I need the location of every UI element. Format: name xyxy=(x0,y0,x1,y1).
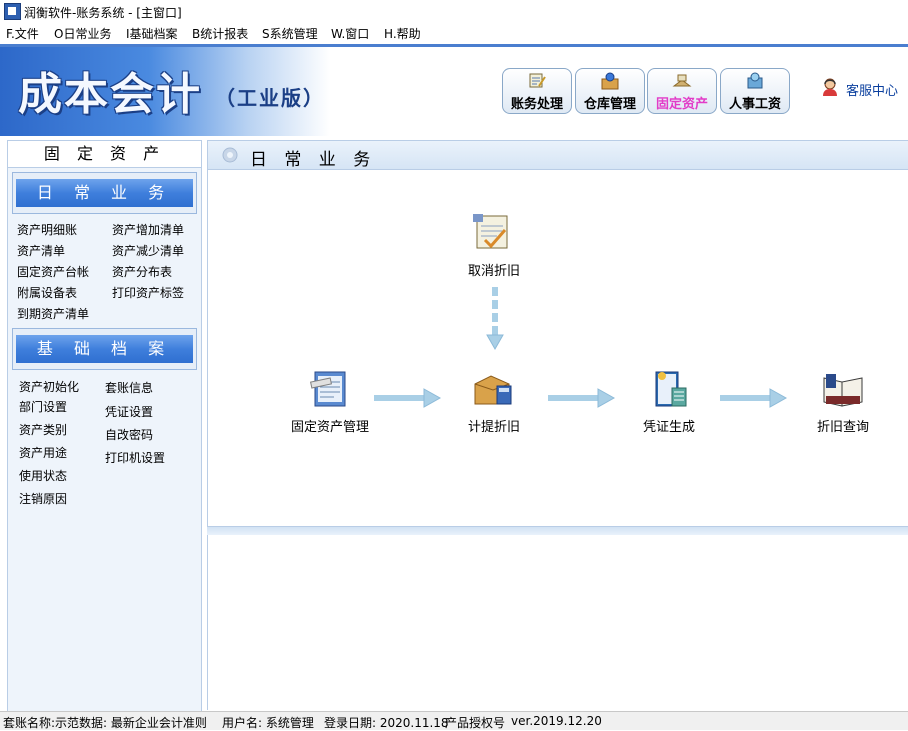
customer-service-label: 客服中心 xyxy=(846,84,899,99)
payroll-icon xyxy=(747,72,763,89)
payroll-button[interactable]: 人事工资 xyxy=(720,68,790,114)
status-bar: 套账名称:示范数据: 最新企业会计准则 用户名: 系统管理 登录日期: 2020… xyxy=(0,711,908,730)
sidebar-item-asset-distribution[interactable]: 资产分布表 xyxy=(112,263,172,280)
voucher-generation-icon xyxy=(655,371,687,407)
menu-basic[interactable]: I基础档案 xyxy=(126,25,178,42)
calc-depreciation-node[interactable]: 计提折旧 xyxy=(460,366,528,435)
status-user: 用户名: 系统管理 xyxy=(222,716,314,730)
fixed-asset-button[interactable]: 固定资产 xyxy=(647,68,717,114)
sidebar-item-department[interactable]: 部门设置 xyxy=(19,398,67,415)
asset-management-node[interactable]: 固定资产管理 xyxy=(274,366,386,435)
ledger-button[interactable]: 账务处理 xyxy=(502,68,572,114)
sidebar-item-asset-category[interactable]: 资产类别 xyxy=(19,421,67,438)
customer-service-icon xyxy=(823,78,837,96)
section-basic-header[interactable]: 基 础 档 案 xyxy=(12,328,197,370)
flow-arrow-right-1 xyxy=(374,388,442,408)
sidebar-item-print-labels[interactable]: 打印资产标签 xyxy=(112,284,184,301)
app-icon xyxy=(4,3,21,20)
sidebar-item-expiring-assets[interactable]: 到期资产清单 xyxy=(17,305,89,322)
menu-daily[interactable]: O日常业务 xyxy=(54,25,111,42)
status-book: 套账名称:示范数据: 最新企业会计准则 xyxy=(3,716,207,730)
sidebar-item-asset-detail[interactable]: 资产明细账 xyxy=(17,221,77,238)
status-version: ver.2019.12.20 xyxy=(511,714,602,728)
menu-help[interactable]: H.帮助 xyxy=(384,25,421,42)
title-bar: 润衡软件-账务系统 - [主窗口] xyxy=(0,0,908,22)
edition-label: （工业版） xyxy=(215,86,325,110)
ledger-button-label: 账务处理 xyxy=(510,97,563,112)
depreciation-query-icon xyxy=(823,374,863,407)
menu-system[interactable]: S系统管理 xyxy=(262,25,318,42)
sidebar-item-cancel-reason[interactable]: 注销原因 xyxy=(19,490,67,507)
sidebar-item-asset-list[interactable]: 资产清单 xyxy=(17,242,65,259)
lower-panel xyxy=(207,535,908,710)
cancel-depreciation-label: 取消折旧 xyxy=(467,264,520,279)
sidebar-item-asset-decrease[interactable]: 资产减少清单 xyxy=(112,242,184,259)
calc-depreciation-icon xyxy=(474,375,512,405)
payroll-button-label: 人事工资 xyxy=(728,97,781,112)
ledger-icon xyxy=(529,73,546,88)
status-license: 产品授权号 xyxy=(445,716,506,730)
sidebar-item-attached-equipment[interactable]: 附属设备表 xyxy=(17,284,77,301)
sidebar-item-voucher-settings[interactable]: 凭证设置 xyxy=(105,403,153,420)
depreciation-query-label: 折旧查询 xyxy=(816,420,869,435)
voucher-generation-node[interactable]: 凭证生成 xyxy=(636,366,702,435)
asset-management-label: 固定资产管理 xyxy=(290,420,369,435)
sidebar: 固 定 资 产 日 常 业 务 资产明细账 资产清单 固定资产台帐 附属设备表 … xyxy=(7,140,202,712)
sidebar-item-printer-settings[interactable]: 打印机设置 xyxy=(105,449,165,466)
calc-depreciation-label: 计提折旧 xyxy=(467,420,520,435)
flow-canvas: 取消折旧 固定资产管理 计提折旧 凭证生成 折旧查询 xyxy=(207,170,908,526)
header-banner: 成本会计 （工业版） 账务处理 仓库管理 固定资产 人事工资 客服中心 xyxy=(0,44,908,136)
cancel-depreciation-icon xyxy=(473,214,508,249)
banner-top-border xyxy=(0,44,908,47)
warehouse-button[interactable]: 仓库管理 xyxy=(575,68,645,114)
fixed-asset-button-label: 固定资产 xyxy=(655,97,708,112)
product-logo: 成本会计 xyxy=(18,69,202,120)
warehouse-icon xyxy=(601,72,619,90)
flow-arrow-down xyxy=(486,287,504,351)
warehouse-button-label: 仓库管理 xyxy=(583,97,636,112)
menu-window[interactable]: W.窗口 xyxy=(331,25,369,42)
gear-icon xyxy=(222,147,238,163)
sidebar-title: 固 定 资 产 xyxy=(8,141,201,168)
sidebar-item-change-password[interactable]: 自改密码 xyxy=(105,426,153,443)
menu-file[interactable]: F.文件 xyxy=(6,25,39,42)
sidebar-item-asset-init[interactable]: 资产初始化 xyxy=(19,378,79,395)
sidebar-item-book-info[interactable]: 套账信息 xyxy=(105,379,153,396)
sidebar-item-asset-increase[interactable]: 资产增加清单 xyxy=(112,221,184,238)
asset-management-icon xyxy=(310,371,346,407)
voucher-generation-label: 凭证生成 xyxy=(642,420,695,435)
flow-arrow-right-2 xyxy=(548,388,616,408)
section-daily-title: 日 常 业 务 xyxy=(16,179,193,207)
section-daily-header[interactable]: 日 常 业 务 xyxy=(12,172,197,214)
main-panel-header: 日 常 业 务 xyxy=(207,140,908,170)
menu-bar: F.文件 O日常业务 I基础档案 B统计报表 S系统管理 W.窗口 H.帮助 xyxy=(0,22,908,42)
cancel-depreciation-node[interactable]: 取消折旧 xyxy=(458,210,530,279)
depreciation-query-node[interactable]: 折旧查询 xyxy=(808,366,878,435)
sidebar-item-usage-status[interactable]: 使用状态 xyxy=(19,467,67,484)
status-login-date: 登录日期: 2020.11.18 xyxy=(324,716,449,730)
flow-arrow-right-3 xyxy=(720,388,788,408)
fixed-asset-icon xyxy=(672,74,692,87)
main-panel-title: 日 常 业 务 xyxy=(250,150,377,170)
sidebar-item-asset-usage[interactable]: 资产用途 xyxy=(19,444,67,461)
menu-reports[interactable]: B统计报表 xyxy=(192,25,248,42)
window-title: 润衡软件-账务系统 - [主窗口] xyxy=(24,6,182,20)
section-basic-title: 基 础 档 案 xyxy=(16,335,193,363)
sidebar-item-asset-ledger[interactable]: 固定资产台帐 xyxy=(17,263,89,280)
